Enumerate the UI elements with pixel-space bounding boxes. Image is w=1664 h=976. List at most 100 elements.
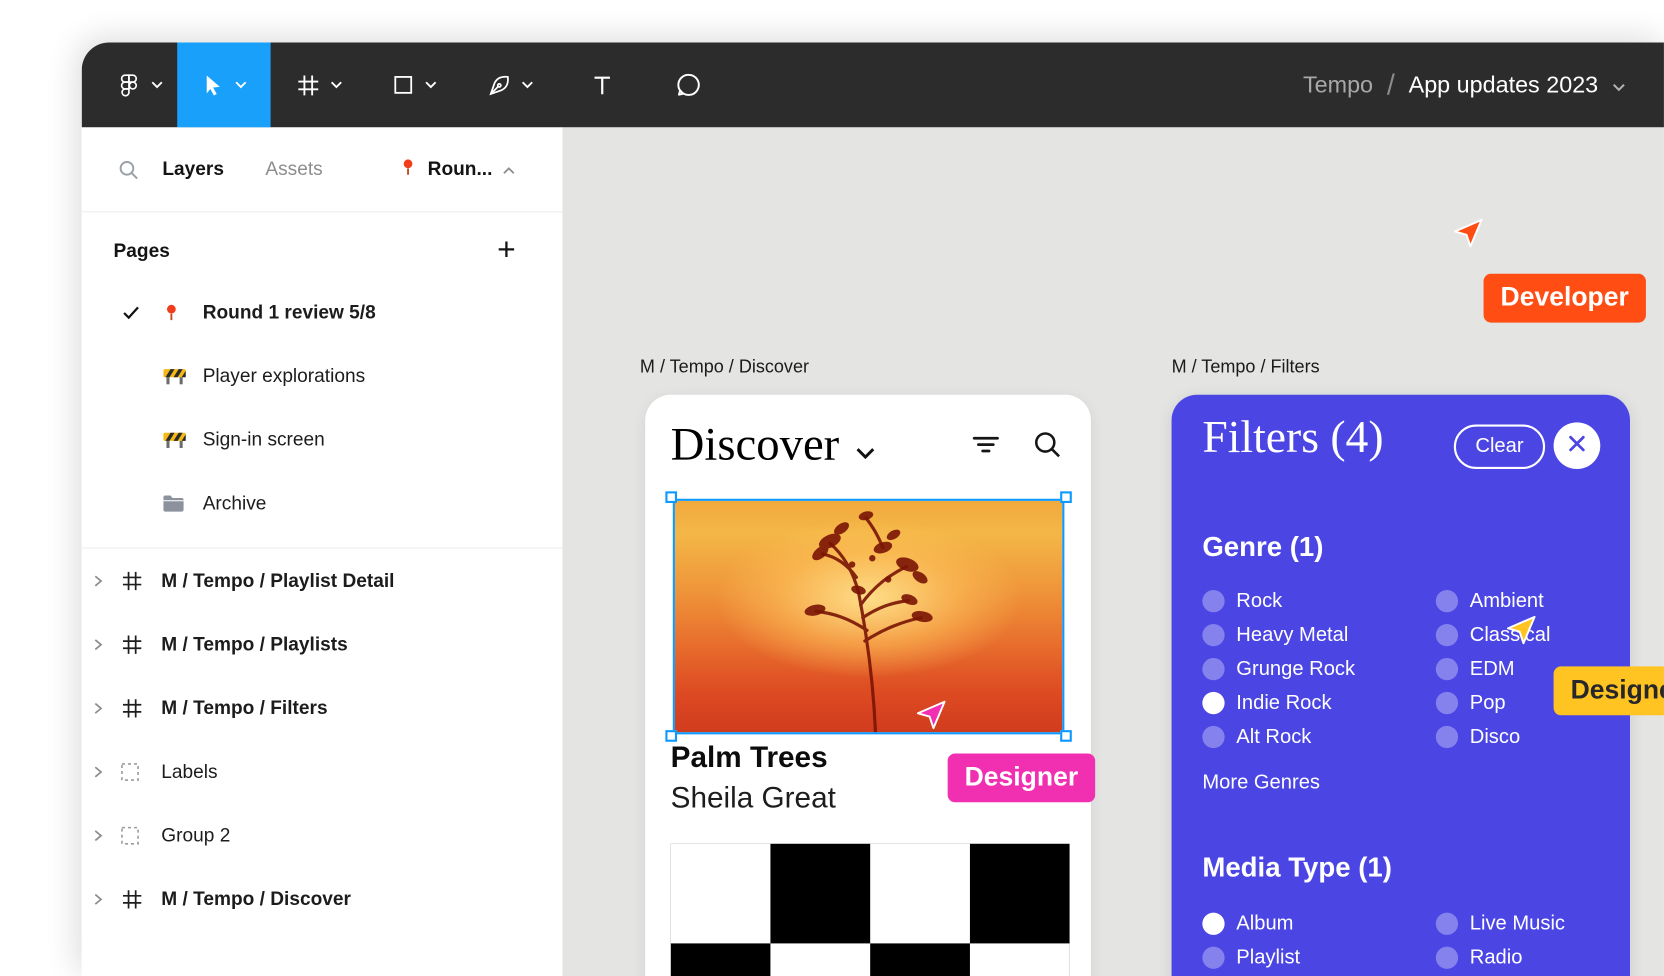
page-label: Round 1 review 5/8 (202, 300, 376, 323)
pen-tool-button[interactable] (462, 42, 558, 127)
layer-row-playlists[interactable]: M / Tempo / Playlists (82, 612, 563, 676)
screenshot-root: Tempo / App updates 2023 Layers Assets R… (0, 0, 1664, 976)
genre-option-heavy-metal[interactable]: Heavy Metal (1202, 623, 1355, 647)
genre-column-1: Rock Heavy Metal Grunge Rock Indie Rock … (1202, 589, 1355, 749)
radio-icon[interactable] (1435, 623, 1459, 647)
media-option-playlist[interactable]: Playlist (1202, 946, 1300, 969)
comment-tool-button[interactable] (646, 42, 731, 127)
checkmark-icon (120, 301, 161, 323)
radio-icon[interactable] (1435, 725, 1459, 749)
chevron-down-icon[interactable] (424, 81, 437, 89)
filter-icon[interactable] (968, 427, 1004, 468)
main-menu-button[interactable] (101, 42, 177, 127)
radio-icon[interactable] (1435, 946, 1459, 969)
add-page-button[interactable]: + (497, 234, 516, 267)
radio-icon[interactable] (1202, 946, 1225, 969)
expand-chevron-icon[interactable] (93, 574, 120, 588)
file-name[interactable]: App updates 2023 (1409, 71, 1599, 99)
genre-option-indie-rock[interactable]: Indie Rock (1202, 691, 1355, 715)
genre-option-pop[interactable]: Pop (1435, 691, 1551, 715)
tab-layers[interactable]: Layers (162, 158, 224, 180)
layer-row-discover[interactable]: M / Tempo / Discover (82, 867, 563, 931)
more-genres-link[interactable]: More Genres (1202, 771, 1320, 794)
selected-artwork-image[interactable] (665, 491, 1072, 742)
close-filters-button[interactable] (1553, 422, 1601, 470)
genre-option-alt-rock[interactable]: Alt Rock (1202, 725, 1355, 749)
layer-row-labels[interactable]: Labels (82, 740, 563, 804)
layer-row-filters[interactable]: M / Tempo / Filters (82, 676, 563, 740)
media-option-radio[interactable]: Radio (1435, 946, 1565, 969)
figma-logo-icon (115, 72, 142, 99)
frame-icon (120, 696, 161, 720)
selection-handle-top-right[interactable] (1060, 491, 1072, 504)
checkerboard-graphic[interactable] (670, 843, 1070, 976)
radio-icon[interactable] (1435, 590, 1459, 613)
radio-icon[interactable] (1435, 691, 1459, 715)
frame-title-filters[interactable]: M / Tempo / Filters (1172, 357, 1320, 378)
track-title[interactable]: Palm Trees (671, 741, 828, 775)
document-title[interactable]: Tempo / App updates 2023 (1303, 42, 1626, 127)
search-icon[interactable] (117, 158, 140, 181)
tab-assets[interactable]: Assets (265, 158, 322, 180)
chevron-down-icon[interactable] (150, 81, 163, 89)
page-row-player-explorations[interactable]: Player explorations (82, 344, 563, 408)
radio-icon[interactable] (1202, 725, 1225, 749)
selection-handle-top-left[interactable] (665, 491, 678, 504)
radio-selected-icon[interactable] (1202, 691, 1225, 715)
selection-handle-bottom-right[interactable] (1060, 730, 1072, 742)
layer-label: M / Tempo / Playlist Detail (161, 569, 395, 591)
shape-tool-button[interactable] (366, 42, 462, 127)
genre-option-rock[interactable]: Rock (1202, 589, 1355, 613)
move-tool-button[interactable] (177, 42, 271, 128)
radio-icon[interactable] (1435, 657, 1459, 681)
canvas[interactable]: M / Tempo / Discover M / Tempo / Filters… (562, 127, 1664, 976)
close-icon (1567, 434, 1586, 458)
track-artist[interactable]: Sheila Great (671, 781, 836, 815)
project-name[interactable]: Tempo (1303, 71, 1373, 99)
frame-tool-button[interactable] (271, 42, 367, 127)
chevron-down-icon[interactable] (1612, 71, 1626, 99)
expand-chevron-icon[interactable] (93, 765, 120, 779)
genre-option-disco[interactable]: Disco (1435, 725, 1551, 749)
chevron-up-icon[interactable] (502, 158, 516, 180)
page-row-sign-in-screen[interactable]: Sign-in screen (82, 408, 563, 472)
layer-row-group-2[interactable]: Group 2 (82, 803, 563, 867)
expand-chevron-icon[interactable] (93, 701, 120, 715)
media-option-album[interactable]: Album (1202, 912, 1300, 935)
genre-option-grunge-rock[interactable]: Grunge Rock (1202, 657, 1355, 681)
expand-chevron-icon[interactable] (93, 892, 120, 906)
layer-row-playlist-detail[interactable]: M / Tempo / Playlist Detail (82, 549, 563, 613)
frame-title-discover[interactable]: M / Tempo / Discover (640, 357, 809, 378)
expand-chevron-icon[interactable] (93, 828, 120, 842)
artwork-photo[interactable] (674, 500, 1063, 733)
text-tool-button[interactable] (557, 42, 646, 127)
radio-icon[interactable] (1202, 657, 1225, 681)
radio-icon[interactable] (1202, 623, 1225, 647)
discover-frame[interactable]: Discover Palm Trees Sheila Great (645, 394, 1091, 976)
chevron-down-icon[interactable] (521, 81, 534, 89)
genre-option-edm[interactable]: EDM (1435, 657, 1551, 681)
page-row-round-1-review[interactable]: Round 1 review 5/8 (82, 280, 563, 344)
discover-header-actions (968, 427, 1066, 468)
text-icon (588, 72, 615, 99)
radio-icon[interactable] (1202, 590, 1225, 613)
pinned-page-label: Roun... (427, 158, 493, 180)
designer-cursor-label: Designer (947, 753, 1096, 803)
clear-filters-button[interactable]: Clear (1453, 424, 1546, 470)
chevron-down-icon[interactable] (235, 81, 248, 89)
discover-screen-title[interactable]: Discover (671, 414, 876, 473)
media-column-2: Live Music Radio (1435, 912, 1565, 969)
chevron-down-icon[interactable] (330, 81, 343, 89)
chevron-down-icon[interactable] (855, 417, 875, 471)
radio-selected-icon[interactable] (1202, 912, 1225, 935)
pinned-page-toggle[interactable]: Roun... (398, 157, 516, 182)
expand-chevron-icon[interactable] (93, 637, 120, 651)
page-label: Player explorations (202, 364, 366, 386)
search-icon[interactable] (1029, 427, 1065, 468)
media-option-live-music[interactable]: Live Music (1435, 912, 1565, 935)
frame-icon (294, 72, 321, 99)
layer-label: Group 2 (161, 824, 231, 846)
radio-icon[interactable] (1435, 912, 1459, 935)
page-row-archive[interactable]: Archive (82, 471, 563, 535)
genre-option-ambient[interactable]: Ambient (1435, 589, 1551, 613)
